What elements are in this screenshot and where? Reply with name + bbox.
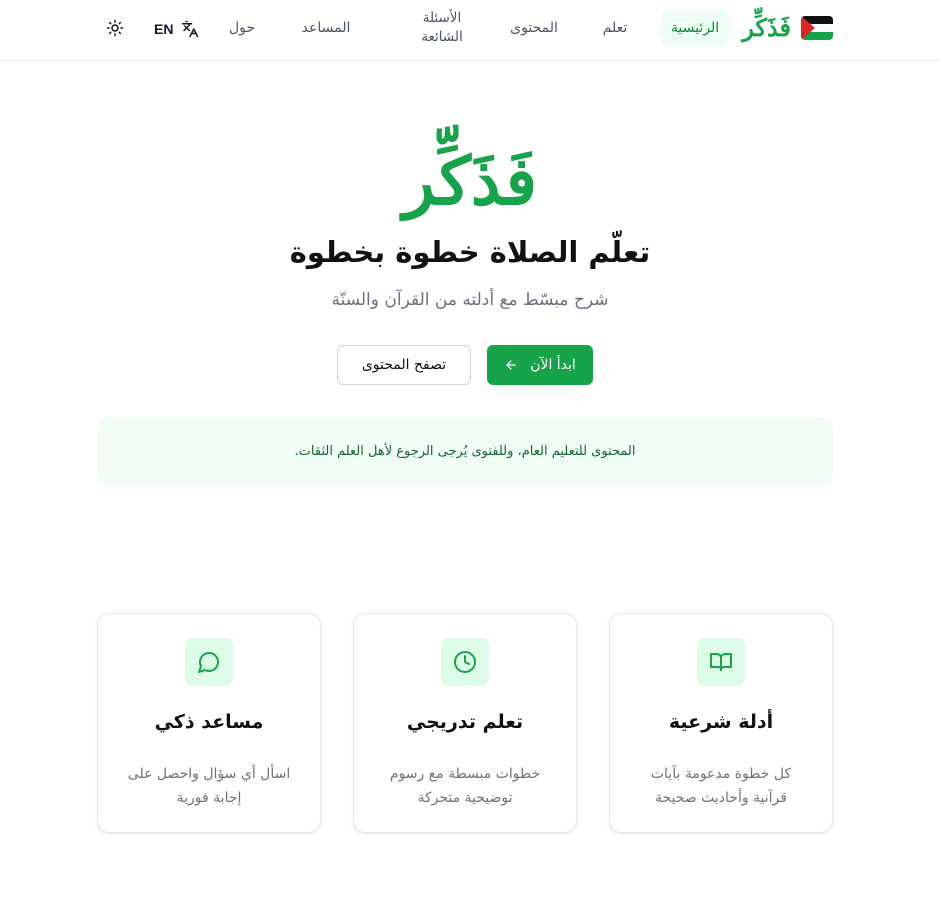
disclaimer-text: المحتوى للتعليم العام، وللفتوى يُرجى الر… (294, 443, 636, 459)
feature-card-smart-assistant: مساعد ذكي اسأل أي سؤال واحصل على إجابة ف… (97, 613, 321, 833)
top-navigation-bar: فَذَكِّر الرئيسية تعلم المحتوى الأسئلة ا… (0, 0, 940, 61)
browse-content-button[interactable]: تصفح المحتوى (337, 345, 471, 385)
brand-logo-link[interactable]: فَذَكِّر (742, 11, 833, 45)
palestine-flag-icon (801, 16, 833, 40)
brand-name: فَذَكِّر (742, 13, 791, 42)
hero-subtitle: شرح مبسّط مع أدلته من القرآن والسنّة (331, 290, 609, 310)
nav-item-home[interactable]: الرئيسية (661, 10, 729, 46)
theme-toggle-button[interactable] (106, 19, 124, 37)
feature-title: تعلم تدريجي (406, 711, 524, 733)
feature-title: مساعد ذكي (154, 711, 264, 733)
feature-description: كل خطوة مدعومة بآيات قرآنية وأحاديث صحيح… (650, 766, 792, 806)
clock-icon (454, 651, 476, 673)
translate-icon (182, 20, 199, 38)
nav-item-learn[interactable]: تعلم (586, 10, 644, 46)
language-toggle-button[interactable]: EN (154, 18, 199, 40)
disclaimer-notice: المحتوى للتعليم العام، وللفتوى يُرجى الر… (97, 417, 833, 485)
book-open-icon (710, 653, 732, 671)
nav-item-faq[interactable]: الأسئلة الشائعة (406, 7, 478, 49)
feature-description: اسأل أي سؤال واحصل على إجابة فورية (127, 766, 291, 806)
feature-card-gradual-learning: تعلم تدريجي خطوات مبسطة مع رسوم توضيحية … (353, 613, 577, 833)
nav-item-assistant[interactable]: المساعد (284, 10, 368, 46)
nav-item-about[interactable]: حول (216, 10, 268, 46)
feature-description: خطوات مبسطة مع رسوم توضيحية متحركة (389, 766, 541, 806)
hero-title: تعلّم الصلاة خطوة بخطوة (289, 235, 651, 269)
nav-item-content[interactable]: المحتوى (494, 10, 574, 46)
start-now-label: ابدأ الآن (530, 357, 576, 373)
browse-content-label: تصفح المحتوى (361, 357, 447, 373)
start-now-button[interactable]: ابدأ الآن (487, 345, 593, 385)
sun-icon (106, 19, 124, 37)
arrow-left-icon (506, 360, 516, 370)
feature-title: أدلة شرعية (668, 711, 774, 733)
feature-card-evidence: أدلة شرعية كل خطوة مدعومة بآيات قرآنية و… (609, 613, 833, 833)
language-label: EN (154, 21, 174, 37)
chat-bubble-icon (198, 652, 219, 673)
hero-logo-text: فَذَكِّر (402, 142, 538, 220)
